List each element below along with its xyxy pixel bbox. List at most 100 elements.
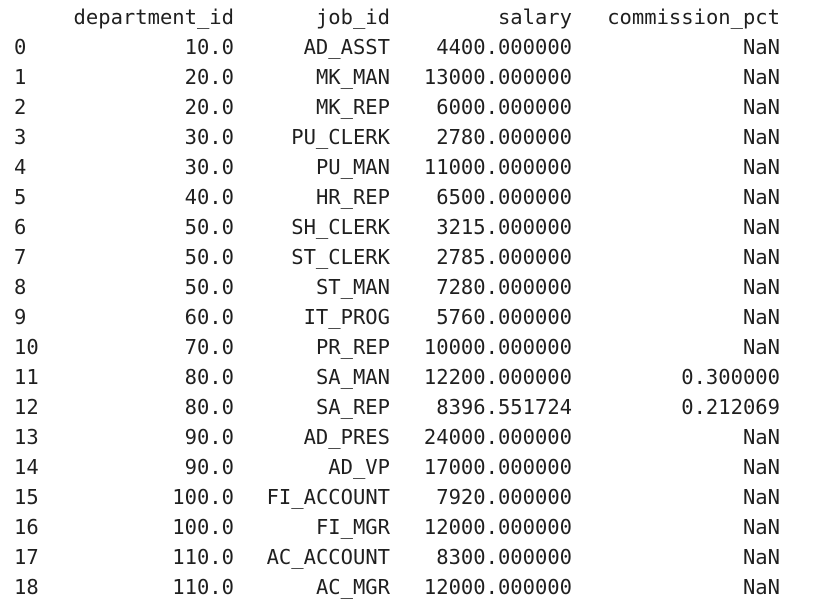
job-id-cell: SA_REP [315,395,390,419]
commission-pct-cell: NaN [742,335,780,359]
department-id-cell: 90.0 [184,425,234,449]
commission-pct-cell: NaN [742,305,780,329]
table-row: 11 80.0 SA_MAN 12200.000000 0.300000 [0,362,815,392]
salary-cell: 10000.000000 [423,335,572,359]
table-row: 18 110.0 AC_MGR 12000.000000 NaN [0,572,815,602]
table-row: 8 50.0 ST_MAN 7280.000000 NaN [0,272,815,302]
department-id-cell: 30.0 [184,125,234,149]
department-id-cell: 50.0 [184,215,234,239]
table-row: 3 30.0 PU_CLERK 2780.000000 NaN [0,122,815,152]
commission-pct-cell: 0.212069 [681,395,780,419]
department-id-cell: 100.0 [172,515,234,539]
department-id-cell: 40.0 [184,185,234,209]
row-index-cell: 8 [14,275,27,299]
department-id-cell: 70.0 [184,335,234,359]
table-row: 4 30.0 PU_MAN 11000.000000 NaN [0,152,815,182]
table-row: 16 100.0 FI_MGR 12000.000000 NaN [0,512,815,542]
salary-cell: 12200.000000 [423,365,572,389]
salary-cell: 8300.000000 [436,545,572,569]
row-index-cell: 13 [14,425,39,449]
salary-cell: 12000.000000 [423,575,572,599]
salary-cell: 8396.551724 [436,395,572,419]
department-id-cell: 80.0 [184,395,234,419]
job-id-cell: ST_MAN [315,275,390,299]
row-index-cell: 7 [14,245,27,269]
column-header-commission-pct: commission_pct [607,5,780,29]
salary-cell: 13000.000000 [423,65,572,89]
job-id-cell: PU_MAN [315,155,390,179]
job-id-cell: SH_CLERK [291,215,390,239]
department-id-cell: 20.0 [184,65,234,89]
table-row: 14 90.0 AD_VP 17000.000000 NaN [0,452,815,482]
commission-pct-cell: NaN [742,95,780,119]
department-id-cell: 30.0 [184,155,234,179]
commission-pct-cell: 0.300000 [681,365,780,389]
job-id-cell: AD_PRES [303,425,390,449]
salary-cell: 4400.000000 [436,35,572,59]
row-index-cell: 0 [14,35,27,59]
commission-pct-cell: NaN [742,65,780,89]
table-row: 2 20.0 MK_REP 6000.000000 NaN [0,92,815,122]
department-id-cell: 110.0 [172,575,234,599]
commission-pct-cell: NaN [742,485,780,509]
job-id-cell: MK_MAN [315,65,390,89]
commission-pct-cell: NaN [742,155,780,179]
row-index-cell: 15 [14,485,39,509]
salary-cell: 24000.000000 [423,425,572,449]
commission-pct-cell: NaN [742,515,780,539]
commission-pct-cell: NaN [742,185,780,209]
job-id-cell: SA_MAN [315,365,390,389]
table-row: 13 90.0 AD_PRES 24000.000000 NaN [0,422,815,452]
salary-cell: 7920.000000 [436,485,572,509]
job-id-cell: PU_CLERK [291,125,390,149]
table-row: 6 50.0 SH_CLERK 3215.000000 NaN [0,212,815,242]
column-header-salary: salary [497,5,572,29]
commission-pct-cell: NaN [742,455,780,479]
salary-cell: 6500.000000 [436,185,572,209]
salary-cell: 11000.000000 [423,155,572,179]
table-row: 7 50.0 ST_CLERK 2785.000000 NaN [0,242,815,272]
job-id-cell: AC_MGR [315,575,390,599]
department-id-cell: 100.0 [172,485,234,509]
table-row: 9 60.0 IT_PROG 5760.000000 NaN [0,302,815,332]
commission-pct-cell: NaN [742,425,780,449]
table-row: 17 110.0 AC_ACCOUNT 8300.000000 NaN [0,542,815,572]
department-id-cell: 90.0 [184,455,234,479]
job-id-cell: AC_ACCOUNT [266,545,390,569]
row-index-cell: 17 [14,545,39,569]
column-header-job-id: job_id [315,5,390,29]
row-index-cell: 5 [14,185,27,209]
department-id-cell: 10.0 [184,35,234,59]
job-id-cell: FI_ACCOUNT [266,485,390,509]
row-index-cell: 6 [14,215,27,239]
department-id-cell: 110.0 [172,545,234,569]
table-row: 5 40.0 HR_REP 6500.000000 NaN [0,182,815,212]
commission-pct-cell: NaN [742,35,780,59]
row-index-cell: 2 [14,95,27,119]
row-index-cell: 14 [14,455,39,479]
department-id-cell: 60.0 [184,305,234,329]
commission-pct-cell: NaN [742,125,780,149]
job-id-cell: ST_CLERK [291,245,390,269]
table-row: 1 20.0 MK_MAN 13000.000000 NaN [0,62,815,92]
salary-cell: 2780.000000 [436,125,572,149]
job-id-cell: IT_PROG [303,305,390,329]
department-id-cell: 20.0 [184,95,234,119]
table-row: 12 80.0 SA_REP 8396.551724 0.212069 [0,392,815,422]
row-index-cell: 11 [14,365,39,389]
job-id-cell: FI_MGR [315,515,390,539]
department-id-cell: 80.0 [184,365,234,389]
commission-pct-cell: NaN [742,275,780,299]
salary-cell: 3215.000000 [436,215,572,239]
table-row: 10 70.0 PR_REP 10000.000000 NaN [0,332,815,362]
column-header-department-id: department_id [73,5,234,29]
department-id-cell: 50.0 [184,245,234,269]
row-index-cell: 1 [14,65,27,89]
salary-cell: 2785.000000 [436,245,572,269]
row-index-cell: 4 [14,155,27,179]
row-index-cell: 18 [14,575,39,599]
job-id-cell: PR_REP [315,335,390,359]
commission-pct-cell: NaN [742,215,780,239]
table-row: 15 100.0 FI_ACCOUNT 7920.000000 NaN [0,482,815,512]
job-id-cell: AD_ASST [303,35,390,59]
